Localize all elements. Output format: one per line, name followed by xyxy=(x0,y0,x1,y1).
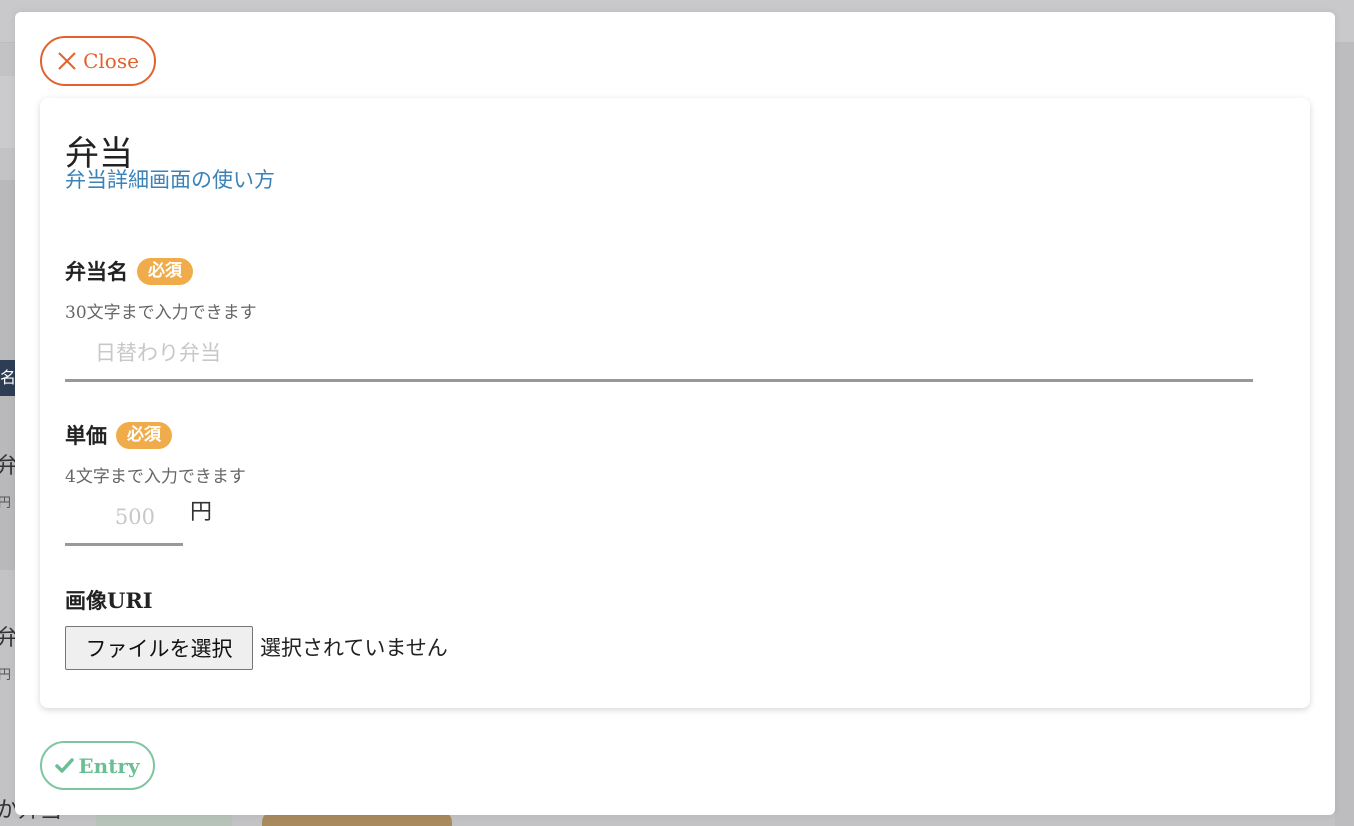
price-label-text: 単価 xyxy=(65,423,107,448)
name-label-text: 弁当名 xyxy=(65,259,128,284)
name-field-label: 弁当名 必須 xyxy=(65,256,193,286)
image-field-label: 画像URI xyxy=(65,585,153,615)
bento-name-input[interactable] xyxy=(65,326,1253,382)
background-item-title: 弁 xyxy=(0,454,15,479)
unit-price-input[interactable] xyxy=(65,490,183,546)
close-button-label: Close xyxy=(83,49,139,73)
price-field-label: 単価 必須 xyxy=(65,420,172,450)
help-link[interactable]: 弁当詳細画面の使い方 xyxy=(65,164,275,194)
price-hint: 4文字まで入力できます xyxy=(65,467,246,487)
background-name-tag: 名 xyxy=(0,360,15,396)
check-icon xyxy=(55,757,75,774)
close-button[interactable]: Close xyxy=(40,36,156,86)
image-label-text: 画像URI xyxy=(65,588,153,613)
entry-button[interactable]: Entry xyxy=(40,741,155,790)
close-icon xyxy=(57,51,77,71)
required-badge: 必須 xyxy=(116,421,172,449)
bento-form-card: 弁当 弁当詳細画面の使い方 弁当名 必須 30文字まで入力できます 単価 必須 … xyxy=(40,98,1310,708)
background-item-price: 円 xyxy=(0,496,12,511)
currency-unit: 円 xyxy=(190,500,213,525)
file-status: 選択されていません xyxy=(260,636,448,660)
background-item-price: 円 xyxy=(0,668,12,683)
entry-button-label: Entry xyxy=(78,753,140,778)
required-badge: 必須 xyxy=(137,257,193,285)
background-scroll-area xyxy=(1335,42,1354,826)
file-select-button[interactable]: ファイルを選択 xyxy=(65,626,253,670)
name-hint: 30文字まで入力できます xyxy=(65,303,257,323)
bento-modal: Close 弁当 弁当詳細画面の使い方 弁当名 必須 30文字まで入力できます … xyxy=(15,12,1335,815)
background-item-title: 弁 xyxy=(0,626,15,651)
